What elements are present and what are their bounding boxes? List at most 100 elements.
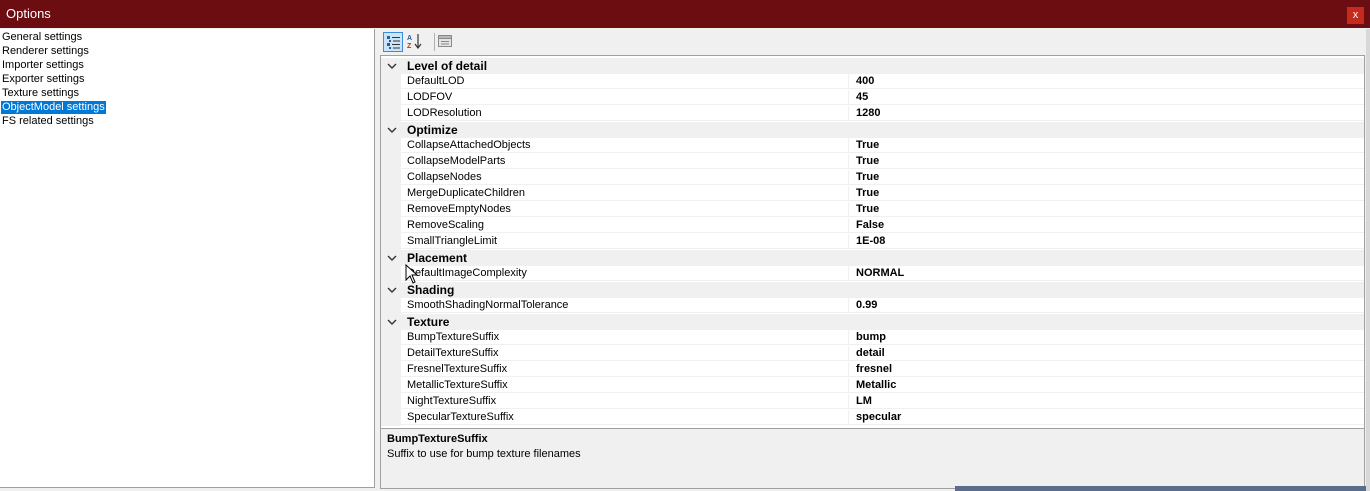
property-value[interactable]: False	[849, 218, 1364, 233]
window-title: Options	[6, 6, 51, 21]
property-name[interactable]: CollapseAttachedObjects	[401, 138, 849, 153]
property-row[interactable]: MergeDuplicateChildren True	[381, 186, 1364, 202]
category-item[interactable]: ObjectModel settings	[1, 101, 106, 114]
category-row[interactable]: Placement	[381, 250, 1364, 266]
property-value[interactable]: True	[849, 186, 1364, 201]
property-value[interactable]: 45	[849, 90, 1364, 105]
row-margin	[381, 74, 401, 90]
category-item[interactable]: Texture settings	[1, 87, 80, 100]
category-label: Level of detail	[407, 59, 488, 73]
property-name[interactable]: CollapseNodes	[401, 170, 849, 185]
property-name[interactable]: SpecularTextureSuffix	[401, 410, 849, 425]
property-value[interactable]: specular	[849, 410, 1364, 425]
property-value[interactable]: fresnel	[849, 362, 1364, 377]
row-margin	[381, 298, 401, 314]
chevron-down-icon[interactable]	[387, 282, 397, 298]
property-row[interactable]: NightTextureSuffix LM	[381, 394, 1364, 410]
property-pages-icon[interactable]	[436, 32, 456, 52]
category-row[interactable]: Level of detail	[381, 58, 1364, 74]
property-name[interactable]: LODFOV	[401, 90, 849, 105]
row-margin	[381, 394, 401, 410]
mouse-cursor-icon	[405, 264, 419, 284]
property-value[interactable]: True	[849, 170, 1364, 185]
chevron-down-icon[interactable]	[387, 314, 397, 330]
category-item[interactable]: FS related settings	[1, 115, 95, 128]
property-row[interactable]: FresnelTextureSuffix fresnel	[381, 362, 1364, 378]
category-label: Shading	[407, 283, 455, 297]
row-margin	[381, 138, 401, 154]
property-row[interactable]: RemoveEmptyNodes True	[381, 202, 1364, 218]
property-row[interactable]: DefaultLOD 400	[381, 74, 1364, 90]
row-margin	[381, 90, 401, 106]
property-grid[interactable]: Level of detail DefaultLOD 400 LODFOV 45 LODR…	[380, 55, 1365, 455]
property-value[interactable]: 1280	[849, 106, 1364, 121]
svg-text:A: A	[407, 35, 412, 42]
property-row[interactable]: SmoothShadingNormalTolerance 0.99	[381, 298, 1364, 314]
property-name[interactable]: MetallicTextureSuffix	[401, 378, 849, 393]
row-margin	[381, 218, 401, 234]
property-row[interactable]: MetallicTextureSuffix Metallic	[381, 378, 1364, 394]
category-label: Placement	[407, 251, 468, 265]
property-value[interactable]: detail	[849, 346, 1364, 361]
property-value[interactable]: True	[849, 202, 1364, 217]
property-name[interactable]: MergeDuplicateChildren	[401, 186, 849, 201]
property-name[interactable]: RemoveEmptyNodes	[401, 202, 849, 217]
row-margin	[381, 410, 401, 426]
help-description: Suffix to use for bump texture filenames	[387, 448, 581, 460]
chevron-down-icon[interactable]	[387, 250, 397, 266]
property-value[interactable]: 1E-08	[849, 234, 1364, 249]
property-value[interactable]: LM	[849, 394, 1364, 409]
property-row[interactable]: SmallTriangleLimit 1E-08	[381, 234, 1364, 250]
property-row[interactable]: LODResolution 1280	[381, 106, 1364, 122]
property-name[interactable]: DefaultImageComplexity	[401, 266, 849, 281]
property-name[interactable]: BumpTextureSuffix	[401, 330, 849, 345]
property-name[interactable]: NightTextureSuffix	[401, 394, 849, 409]
property-value[interactable]: bump	[849, 330, 1364, 345]
property-name[interactable]: DetailTextureSuffix	[401, 346, 849, 361]
row-margin	[381, 154, 401, 170]
category-item[interactable]: Importer settings	[1, 59, 85, 72]
property-row[interactable]: LODFOV 45	[381, 90, 1364, 106]
property-row[interactable]: RemoveScaling False	[381, 218, 1364, 234]
property-name[interactable]: FresnelTextureSuffix	[401, 362, 849, 377]
category-row[interactable]: Shading	[381, 282, 1364, 298]
property-name[interactable]: DefaultLOD	[401, 74, 849, 89]
close-button[interactable]: x	[1347, 7, 1364, 24]
property-value[interactable]: True	[849, 138, 1364, 153]
row-margin	[381, 234, 401, 250]
property-row[interactable]: CollapseAttachedObjects True	[381, 138, 1364, 154]
property-value[interactable]: Metallic	[849, 378, 1364, 393]
property-row[interactable]: BumpTextureSuffix bump	[381, 330, 1364, 346]
property-row[interactable]: CollapseNodes True	[381, 170, 1364, 186]
property-row[interactable]: DefaultImageComplexity NORMAL	[381, 266, 1364, 282]
svg-text:Z: Z	[407, 43, 412, 50]
alphabetical-sort-icon[interactable]: A Z	[406, 32, 426, 52]
property-name[interactable]: SmoothShadingNormalTolerance	[401, 298, 849, 313]
settings-category-list[interactable]: General settings Renderer settings Importe…	[0, 29, 375, 488]
property-row[interactable]: CollapseModelParts True	[381, 154, 1364, 170]
chevron-down-icon[interactable]	[387, 58, 397, 74]
property-row[interactable]: SpecularTextureSuffix specular	[381, 410, 1364, 426]
property-value[interactable]: 400	[849, 74, 1364, 89]
category-row[interactable]: Texture	[381, 314, 1364, 330]
chevron-down-icon[interactable]	[387, 122, 397, 138]
property-name[interactable]: CollapseModelParts	[401, 154, 849, 169]
property-value[interactable]: 0.99	[849, 298, 1364, 313]
property-value[interactable]: NORMAL	[849, 266, 1364, 281]
property-value[interactable]: True	[849, 154, 1364, 169]
category-label: Optimize	[407, 123, 458, 137]
category-item[interactable]: General settings	[1, 31, 83, 44]
property-row[interactable]: DetailTextureSuffix detail	[381, 346, 1364, 362]
row-margin	[381, 266, 401, 282]
property-name[interactable]: SmallTriangleLimit	[401, 234, 849, 249]
category-item[interactable]: Exporter settings	[1, 73, 86, 86]
property-grid-panel: A Z Level of detail DefaultLOD 400 LODFOV 45…	[379, 29, 1370, 491]
category-row[interactable]: Optimize	[381, 122, 1364, 138]
category-item[interactable]: Renderer settings	[1, 45, 90, 58]
property-name[interactable]: RemoveScaling	[401, 218, 849, 233]
categorized-icon[interactable]	[383, 32, 403, 52]
window-edge	[1366, 29, 1370, 491]
property-name[interactable]: LODResolution	[401, 106, 849, 121]
row-margin	[381, 346, 401, 362]
window-titlebar[interactable]: Options x	[0, 0, 1370, 28]
